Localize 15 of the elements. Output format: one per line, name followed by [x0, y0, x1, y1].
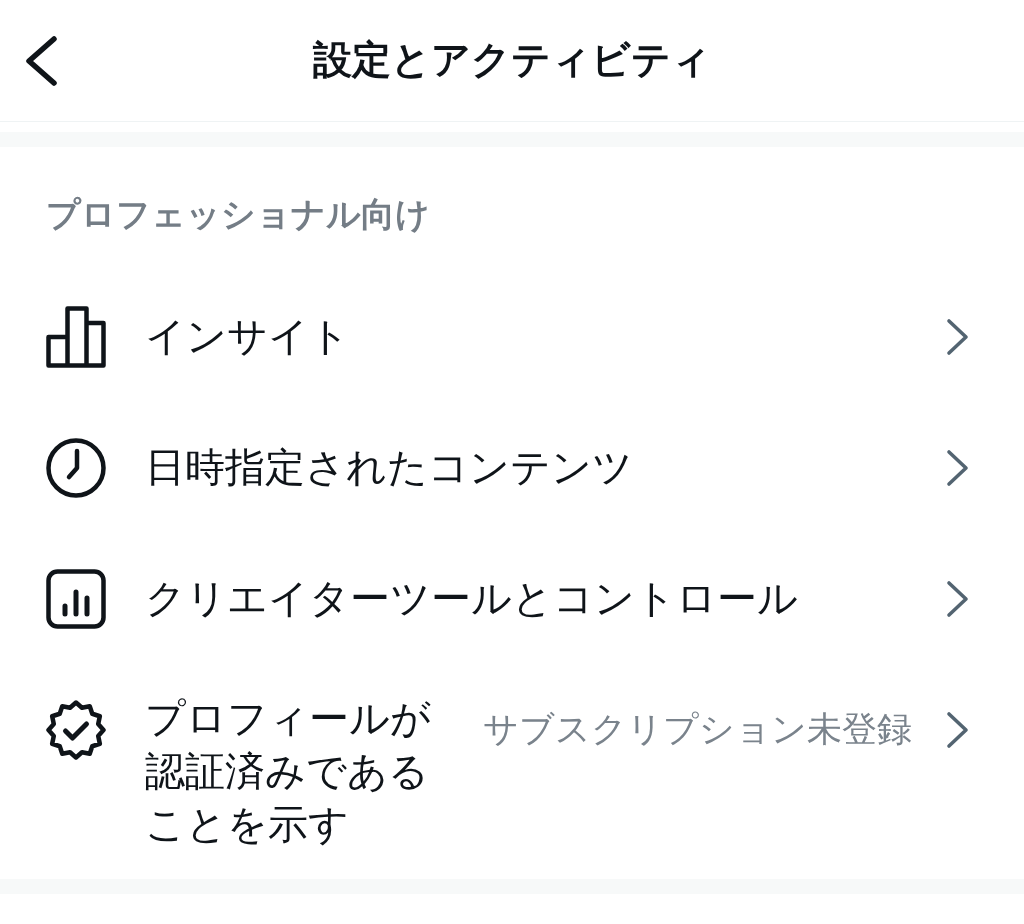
chart-square-icon	[46, 568, 106, 629]
chevron-right-icon	[946, 317, 970, 356]
page-title: 設定とアクティビティ	[313, 36, 711, 85]
settings-item[interactable]: 日時指定されたコンテンツ	[0, 402, 1024, 533]
settings-item[interactable]: インサイト	[0, 271, 1024, 402]
subscription-status: サブスクリプション未登録	[483, 708, 912, 751]
bar-chart-icon	[46, 305, 106, 368]
chevron-right-icon	[946, 448, 970, 487]
section-heading: プロフェッショナル向け	[46, 193, 430, 236]
chevron-right-icon	[946, 710, 970, 749]
settings-item[interactable]: プロフィールが認証済みであることを示す サブスクリプション未登録	[0, 664, 1024, 879]
chevron-right-icon	[946, 579, 970, 618]
clock-icon	[46, 437, 106, 498]
settings-item[interactable]: クリエイターツールとコントロール	[0, 533, 1024, 664]
verified-badge-icon	[46, 699, 106, 760]
